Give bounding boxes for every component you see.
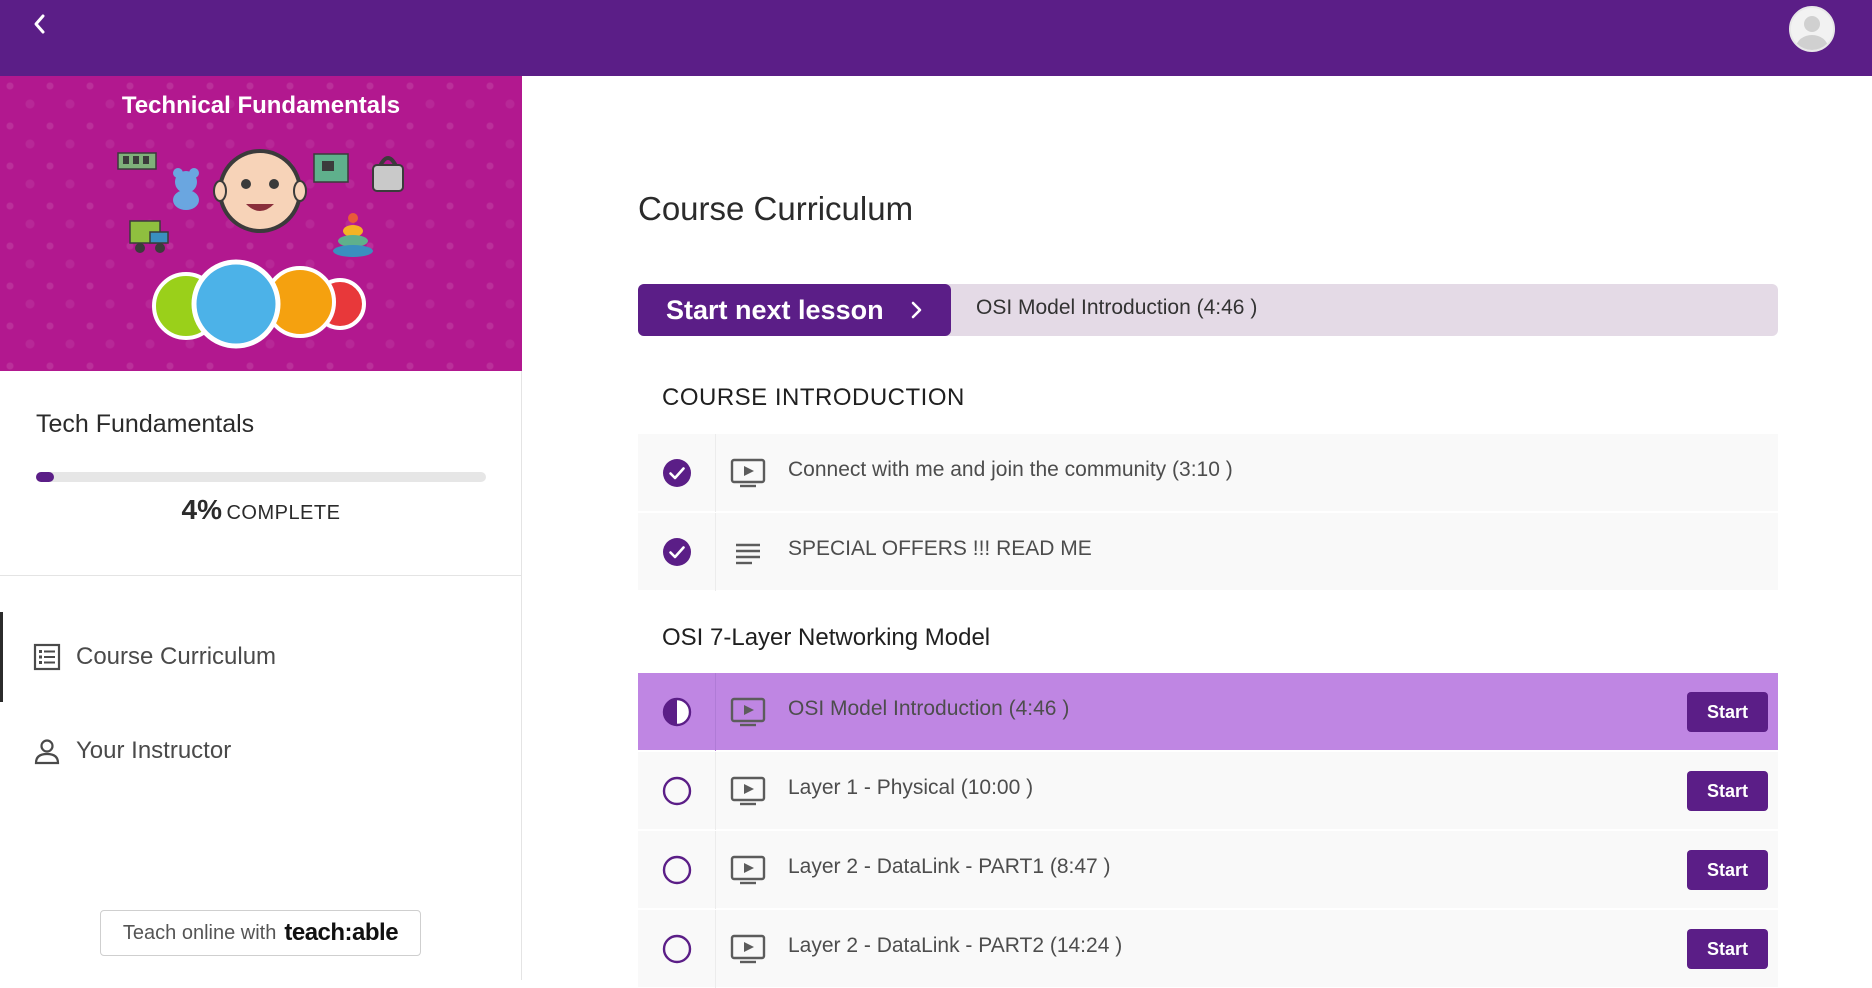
lesson-row[interactable]: Layer 2 - DataLink - PART2 (14:24 ) Star… bbox=[638, 910, 1778, 988]
chevron-right-icon bbox=[911, 301, 921, 319]
lesson-status bbox=[638, 673, 716, 751]
progress-complete-label: COMPLETE bbox=[226, 502, 341, 524]
start-next-lesson-label: Start next lesson bbox=[666, 294, 884, 325]
course-banner-illustration bbox=[117, 149, 404, 349]
lesson-status bbox=[638, 752, 716, 830]
sidebar: Technical Fundamentals Tech Fundamentals… bbox=[0, 76, 522, 980]
page-title: Course Curriculum bbox=[638, 190, 914, 227]
video-icon bbox=[730, 776, 766, 806]
empty-circle-icon bbox=[662, 934, 691, 964]
sidebar-item-label: Your Instructor bbox=[76, 737, 232, 764]
sidebar-item-course-curriculum[interactable]: Course Curriculum bbox=[0, 612, 522, 702]
lesson-row[interactable]: Layer 1 - Physical (10:00 ) Start bbox=[638, 752, 1778, 830]
list-icon bbox=[32, 642, 62, 672]
lesson-status bbox=[638, 513, 716, 591]
lesson-row[interactable]: SPECIAL OFFERS !!! READ ME bbox=[638, 513, 1778, 591]
start-button[interactable]: Start bbox=[1687, 692, 1768, 732]
lesson-row-current[interactable]: OSI Model Introduction (4:46 ) Start bbox=[638, 673, 1778, 751]
video-icon bbox=[730, 934, 766, 964]
check-circle-icon bbox=[662, 538, 691, 566]
start-button[interactable]: Start bbox=[1687, 850, 1768, 890]
video-icon bbox=[730, 855, 766, 885]
lesson-status bbox=[638, 434, 716, 512]
teachable-link-text: Teach online with bbox=[122, 921, 277, 944]
lesson-status bbox=[638, 910, 716, 988]
progress-bar-fill bbox=[36, 472, 54, 482]
lesson-title: OSI Model Introduction (4:46 ) bbox=[788, 697, 1070, 720]
empty-circle-icon bbox=[662, 855, 691, 885]
person-icon bbox=[32, 736, 62, 766]
next-lesson-name: OSI Model Introduction (4:46 ) bbox=[976, 296, 1258, 319]
lesson-title: Connect with me and join the community (… bbox=[788, 458, 1233, 481]
section-title: OSI 7-Layer Networking Model bbox=[662, 624, 991, 651]
teachable-logo: teach:able bbox=[284, 919, 399, 946]
half-circle-icon bbox=[662, 697, 691, 727]
lesson-row[interactable]: Connect with me and join the community (… bbox=[638, 434, 1778, 512]
lesson-row[interactable]: Layer 2 - DataLink - PART1 (8:47 ) Start bbox=[638, 831, 1778, 909]
teachable-link[interactable]: Teach online with teach:able bbox=[100, 910, 421, 956]
lesson-status bbox=[638, 831, 716, 909]
course-title: Tech Fundamentals bbox=[36, 410, 255, 438]
text-lines-icon bbox=[736, 543, 760, 565]
main-content: Course Curriculum Start next lesson OSI … bbox=[522, 76, 1872, 988]
progress-label: 4% COMPLETE bbox=[0, 494, 522, 526]
start-button[interactable]: Start bbox=[1687, 929, 1768, 969]
chevron-left-icon bbox=[34, 14, 45, 34]
video-icon bbox=[730, 458, 766, 488]
course-banner: Technical Fundamentals bbox=[0, 76, 522, 371]
sidebar-item-label: Course Curriculum bbox=[76, 643, 277, 670]
user-avatar[interactable] bbox=[1789, 6, 1835, 52]
top-bar bbox=[0, 0, 1872, 76]
next-lesson-bar: Start next lesson OSI Model Introduction… bbox=[638, 284, 1778, 336]
sidebar-item-your-instructor[interactable]: Your Instructor bbox=[0, 706, 522, 796]
check-circle-icon bbox=[662, 459, 691, 487]
lesson-title: Layer 2 - DataLink - PART2 (14:24 ) bbox=[788, 934, 1123, 957]
lesson-title: Layer 2 - DataLink - PART1 (8:47 ) bbox=[788, 855, 1111, 878]
start-button[interactable]: Start bbox=[1687, 771, 1768, 811]
start-next-lesson-button[interactable]: Start next lesson bbox=[638, 284, 951, 336]
user-avatar-icon bbox=[1791, 8, 1833, 50]
empty-circle-icon bbox=[662, 776, 691, 806]
section-title: COURSE INTRODUCTION bbox=[662, 384, 965, 411]
video-icon bbox=[730, 697, 766, 727]
progress-percent: 4% bbox=[181, 494, 222, 525]
lesson-title: SPECIAL OFFERS !!! READ ME bbox=[788, 537, 1092, 560]
back-button[interactable] bbox=[26, 10, 54, 38]
sidebar-divider bbox=[0, 575, 522, 576]
progress-bar bbox=[36, 472, 486, 482]
lesson-title: Layer 1 - Physical (10:00 ) bbox=[788, 776, 1034, 799]
